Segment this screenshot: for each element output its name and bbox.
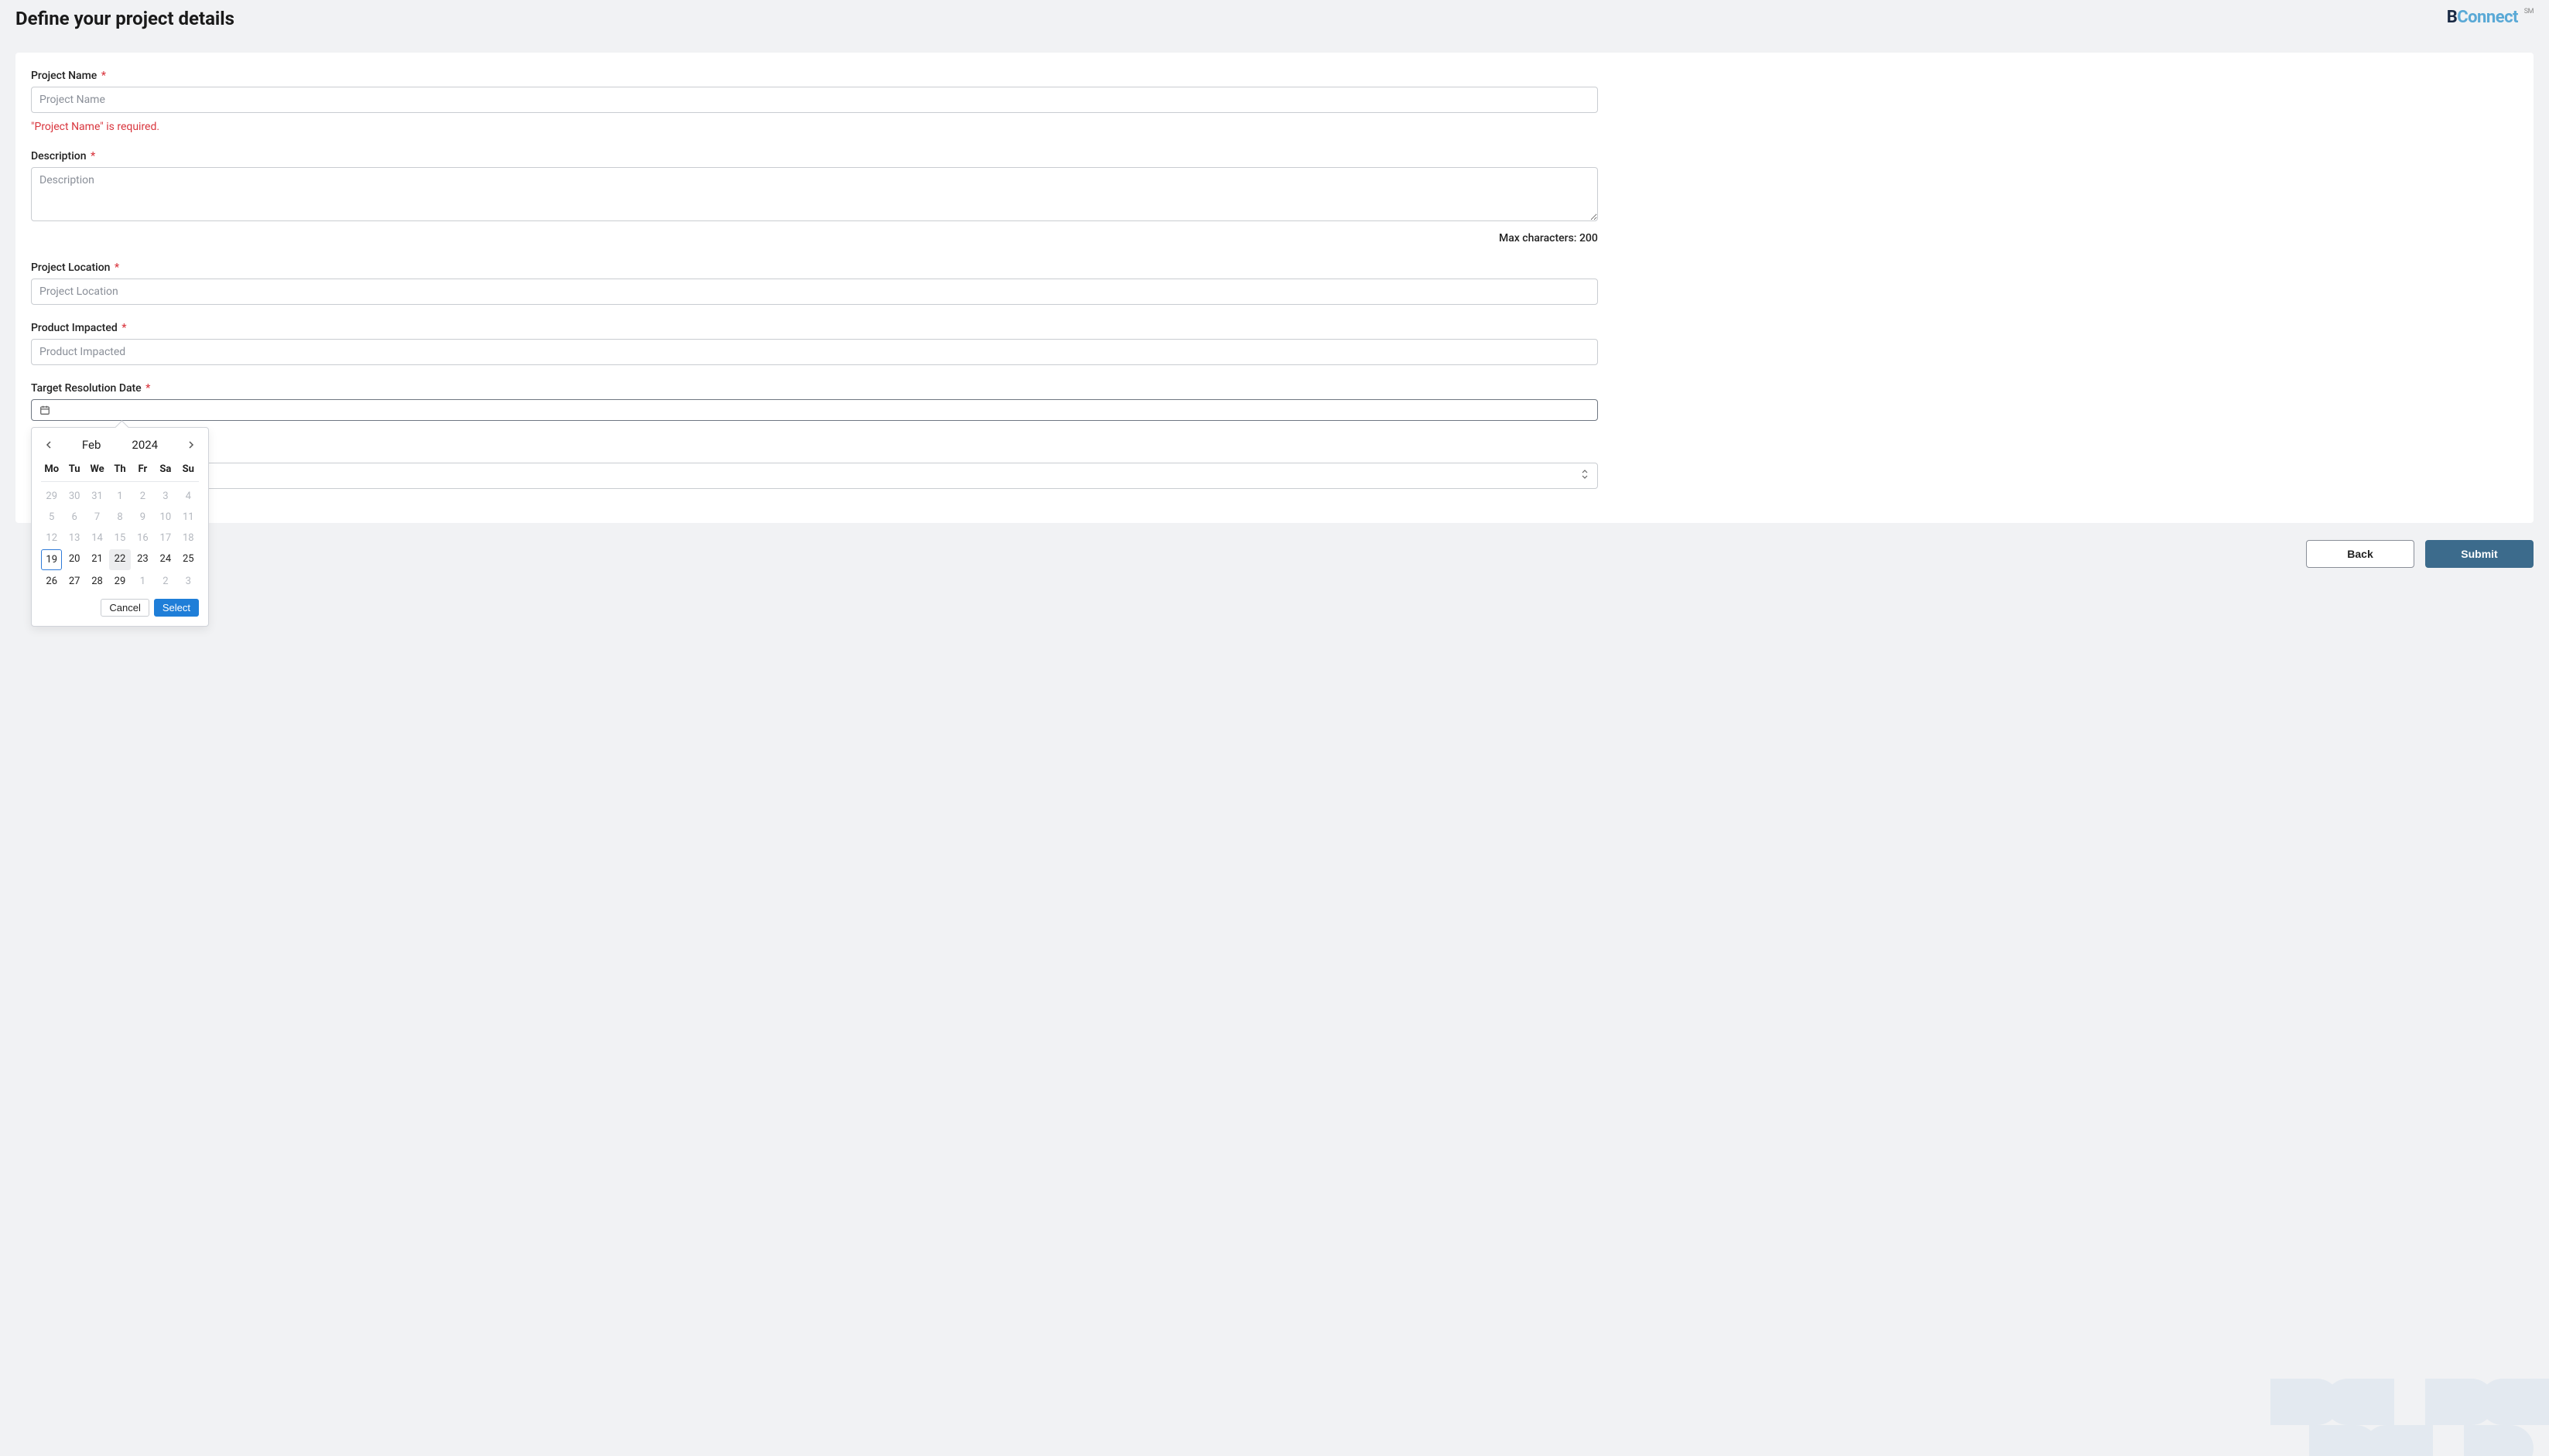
field-product-impacted: Product Impacted * — [31, 322, 1598, 365]
form-card: Project Name * "Project Name" is require… — [15, 53, 2534, 523]
product-impacted-label-text: Product Impacted — [31, 322, 118, 334]
calendar-day: 30 — [63, 487, 84, 506]
calendar-day: 18 — [178, 528, 199, 548]
calendar-day: 1 — [109, 487, 130, 506]
calendar-day: 15 — [109, 528, 130, 548]
description-label-text: Description — [31, 150, 87, 162]
calendar-next-button[interactable] — [183, 437, 199, 453]
calendar-dow: We — [87, 460, 108, 478]
extra-select-input[interactable] — [31, 463, 1598, 489]
calendar-day: 8 — [109, 508, 130, 527]
target-date-label: Target Resolution Date * — [31, 382, 1598, 395]
calendar-year[interactable]: 2024 — [132, 438, 158, 452]
calendar-day: 12 — [41, 528, 62, 548]
calendar-day: 16 — [132, 528, 153, 548]
required-mark: * — [101, 70, 106, 82]
required-mark: * — [91, 150, 95, 162]
calendar-day: 10 — [155, 508, 176, 527]
calendar-day[interactable]: 24 — [155, 549, 176, 570]
field-target-date: Target Resolution Date * Feb 2024 — [31, 382, 1598, 421]
calendar-day[interactable]: 25 — [178, 549, 199, 570]
calendar-grid: MoTuWeThFrSaSu29303112345678910111213141… — [41, 460, 199, 591]
logo-connect: Connect — [2457, 8, 2518, 27]
calendar-day: 5 — [41, 508, 62, 527]
decorative-shapes — [2224, 1348, 2549, 1456]
description-label: Description * — [31, 150, 1598, 162]
required-mark: * — [121, 322, 126, 334]
chevron-right-icon — [187, 441, 195, 449]
field-select-extra — [31, 463, 1598, 489]
calendar-day[interactable]: 23 — [132, 549, 153, 570]
logo: BConnect SM — [2447, 8, 2534, 27]
calendar-day: 13 — [63, 528, 84, 548]
project-name-label: Project Name * — [31, 70, 1598, 82]
page-title: Define your project details — [15, 8, 234, 29]
calendar-dow: Su — [178, 460, 199, 478]
required-mark: * — [115, 261, 119, 274]
back-button[interactable]: Back — [2306, 540, 2414, 568]
calendar-day: 2 — [132, 487, 153, 506]
calendar-popover: Feb 2024 MoTuWeThFrSaSu29303112345678910… — [31, 427, 209, 627]
calendar-day: 17 — [155, 528, 176, 548]
logo-sm: SM — [2524, 8, 2534, 15]
description-input[interactable] — [31, 167, 1598, 221]
calendar-day[interactable]: 29 — [109, 572, 130, 591]
logo-b: B — [2447, 8, 2458, 27]
field-description: Description * Max characters: 200 — [31, 150, 1598, 244]
calendar-select-button[interactable]: Select — [154, 599, 199, 617]
calendar-day[interactable]: 22 — [109, 549, 130, 570]
calendar-cancel-button[interactable]: Cancel — [101, 599, 149, 617]
calendar-icon — [39, 405, 50, 415]
calendar-day: 3 — [178, 572, 199, 591]
calendar-day[interactable]: 28 — [87, 572, 108, 591]
chevron-left-icon — [45, 441, 53, 449]
calendar-day: 31 — [87, 487, 108, 506]
target-date-label-text: Target Resolution Date — [31, 382, 142, 395]
project-location-label: Project Location * — [31, 261, 1598, 274]
calendar-day[interactable]: 27 — [63, 572, 84, 591]
project-location-label-text: Project Location — [31, 261, 110, 274]
calendar-day: 3 — [155, 487, 176, 506]
project-name-input[interactable] — [31, 87, 1598, 113]
calendar-day: 7 — [87, 508, 108, 527]
calendar-day[interactable]: 26 — [41, 572, 62, 591]
calendar-dow: Mo — [41, 460, 62, 478]
submit-button[interactable]: Submit — [2425, 540, 2534, 568]
required-mark: * — [145, 382, 150, 395]
project-location-input[interactable] — [31, 279, 1598, 305]
calendar-day: 6 — [63, 508, 84, 527]
calendar-month[interactable]: Feb — [82, 438, 101, 452]
target-date-input[interactable] — [31, 399, 1598, 421]
calendar-day: 1 — [132, 572, 153, 591]
calendar-prev-button[interactable] — [41, 437, 56, 453]
calendar-dow: Fr — [132, 460, 153, 478]
description-char-count: Max characters: 200 — [31, 232, 1598, 244]
calendar-day: 2 — [155, 572, 176, 591]
project-name-error: "Project Name" is required. — [31, 121, 1598, 133]
calendar-day: 11 — [178, 508, 199, 527]
calendar-day: 9 — [132, 508, 153, 527]
calendar-dow: Sa — [155, 460, 176, 478]
product-impacted-label: Product Impacted * — [31, 322, 1598, 334]
product-impacted-input[interactable] — [31, 339, 1598, 365]
calendar-day[interactable]: 19 — [41, 549, 62, 570]
calendar-dow: Tu — [63, 460, 84, 478]
calendar-dow: Th — [109, 460, 130, 478]
calendar-day[interactable]: 21 — [87, 549, 108, 570]
calendar-day: 4 — [178, 487, 199, 506]
field-project-location: Project Location * — [31, 261, 1598, 305]
field-project-name: Project Name * "Project Name" is require… — [31, 70, 1598, 133]
calendar-day: 14 — [87, 528, 108, 548]
calendar-day[interactable]: 20 — [63, 549, 84, 570]
calendar-day: 29 — [41, 487, 62, 506]
project-name-label-text: Project Name — [31, 70, 97, 82]
